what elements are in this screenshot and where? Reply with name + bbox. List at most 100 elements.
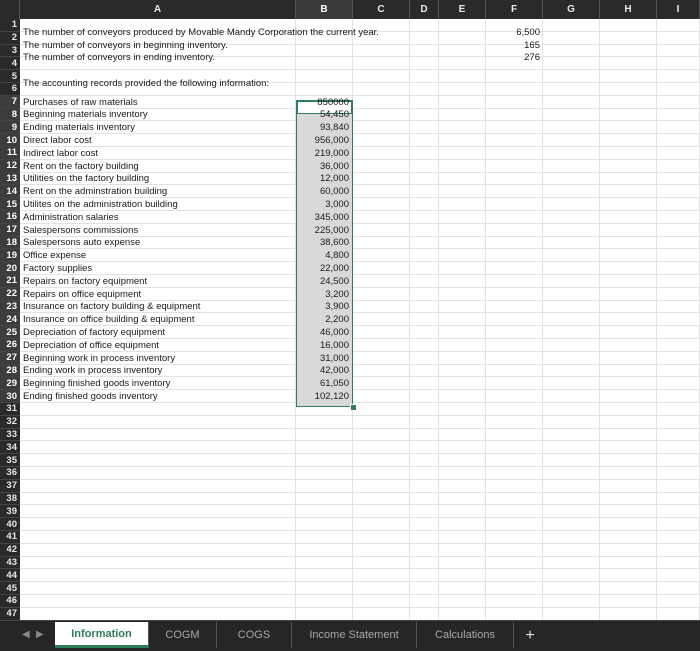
fill-handle[interactable] (350, 404, 357, 411)
record-value[interactable]: 225,000 (297, 224, 352, 237)
record-label[interactable]: Rent on the adminstration building (21, 185, 167, 198)
record-value[interactable]: 850000 (297, 96, 352, 109)
row-header-6[interactable]: 6 (0, 83, 20, 96)
column-header-h[interactable]: H (600, 0, 657, 19)
column-header-d[interactable]: D (410, 0, 439, 19)
row-header-15[interactable]: 15 (0, 198, 20, 211)
cell-a3[interactable]: The number of conveyors in ending invent… (21, 52, 215, 65)
record-value[interactable]: 54,450 (297, 109, 352, 122)
select-all-corner[interactable] (0, 0, 20, 19)
record-value[interactable]: 3,200 (297, 288, 352, 301)
row-header-18[interactable]: 18 (0, 236, 20, 250)
nav-left-icon[interactable]: ◀ (22, 629, 30, 640)
row-header-17[interactable]: 17 (0, 223, 20, 237)
row-header-30[interactable]: 30 (0, 390, 20, 403)
record-value[interactable]: 16,000 (297, 339, 352, 352)
record-value[interactable]: 36,000 (297, 160, 352, 173)
record-label[interactable]: Insurance on office building & equipment (21, 313, 194, 326)
record-label[interactable]: Ending work in process inventory (21, 365, 162, 378)
record-value[interactable]: 956,000 (297, 134, 352, 147)
cell-f3[interactable]: 276 (486, 52, 543, 65)
row-header-46[interactable]: 46 (0, 595, 20, 608)
row-header-14[interactable]: 14 (0, 185, 20, 199)
row-header-4[interactable]: 4 (0, 57, 20, 71)
record-value[interactable]: 42,000 (297, 365, 352, 378)
record-label[interactable]: Direct labor cost (21, 134, 92, 147)
row-header-42[interactable]: 42 (0, 543, 20, 557)
column-header-g[interactable]: G (543, 0, 600, 19)
row-header-33[interactable]: 33 (0, 428, 20, 442)
row-header-20[interactable]: 20 (0, 262, 20, 275)
cell-a1[interactable]: The number of conveyors produced by Mova… (21, 26, 379, 39)
record-value[interactable]: 93,840 (297, 121, 352, 134)
column-header-i[interactable]: I (657, 0, 700, 19)
row-header-35[interactable]: 35 (0, 454, 20, 467)
record-label[interactable]: Beginning finished goods inventory (21, 377, 170, 390)
row-header-8[interactable]: 8 (0, 108, 20, 122)
record-value[interactable]: 219,000 (297, 147, 352, 160)
column-header-e[interactable]: E (439, 0, 486, 19)
record-label[interactable]: Purchases of raw materials (21, 96, 138, 109)
row-header-47[interactable]: 47 (0, 607, 20, 620)
row-header-7[interactable]: 7 (0, 95, 20, 109)
row-header-24[interactable]: 24 (0, 313, 20, 327)
record-label[interactable]: Factory supplies (21, 262, 92, 275)
cell-a2[interactable]: The number of conveyors in beginning inv… (21, 39, 228, 52)
row-header-45[interactable]: 45 (0, 582, 20, 595)
tab-income-statement[interactable]: Income Statement (292, 622, 417, 648)
record-label[interactable]: Repairs on factory equipment (21, 275, 147, 288)
record-label[interactable]: Utilites on the administration building (21, 198, 178, 211)
column-header-c[interactable]: C (353, 0, 410, 19)
row-header-29[interactable]: 29 (0, 377, 20, 391)
row-header-37[interactable]: 37 (0, 479, 20, 493)
record-value[interactable]: 2,200 (297, 313, 352, 326)
row-header-12[interactable]: 12 (0, 159, 20, 173)
record-label[interactable]: Salespersons auto expense (21, 237, 140, 250)
column-header-b[interactable]: B (296, 0, 353, 19)
tab-cogm[interactable]: COGM (149, 622, 217, 648)
row-header-26[interactable]: 26 (0, 339, 20, 352)
row-header-2[interactable]: 2 (0, 31, 20, 45)
record-label[interactable]: Office expense (21, 249, 86, 262)
record-value[interactable]: 345,000 (297, 211, 352, 224)
row-header-19[interactable]: 19 (0, 249, 20, 263)
row-header-13[interactable]: 13 (0, 172, 20, 186)
record-label[interactable]: Depreciation of factory equipment (21, 326, 165, 339)
row-header-27[interactable]: 27 (0, 351, 20, 365)
record-label[interactable]: Rent on the factory building (21, 160, 139, 173)
row-header-1[interactable]: 1 (0, 19, 20, 32)
record-label[interactable]: Indirect labor cost (21, 147, 98, 160)
record-value[interactable]: 3,000 (297, 198, 352, 211)
row-header-43[interactable]: 43 (0, 556, 20, 570)
row-header-16[interactable]: 16 (0, 211, 20, 224)
row-header-28[interactable]: 28 (0, 364, 20, 378)
row-header-25[interactable]: 25 (0, 326, 20, 339)
tab-cogs[interactable]: COGS (217, 622, 292, 648)
record-label[interactable]: Beginning materials inventory (21, 109, 148, 122)
record-value[interactable]: 61,050 (297, 377, 352, 390)
row-header-9[interactable]: 9 (0, 121, 20, 135)
nav-right-icon[interactable]: ▶ (36, 629, 44, 640)
cell-a5[interactable]: The accounting records provided the foll… (21, 77, 269, 90)
row-header-38[interactable]: 38 (0, 492, 20, 506)
record-value[interactable]: 24,500 (297, 275, 352, 288)
row-header-32[interactable]: 32 (0, 415, 20, 429)
record-label[interactable]: Utilities on the factory building (21, 173, 149, 186)
row-header-41[interactable]: 41 (0, 531, 20, 544)
tab-information[interactable]: Information (55, 622, 149, 648)
record-label[interactable]: Salespersons commissions (21, 224, 138, 237)
row-header-5[interactable]: 5 (0, 70, 20, 83)
plus-icon[interactable]: + (519, 626, 541, 646)
record-label[interactable]: Repairs on office equipment (21, 288, 141, 301)
row-header-22[interactable]: 22 (0, 287, 20, 301)
record-label[interactable]: Ending materials inventory (21, 121, 135, 134)
record-value[interactable]: 22,000 (297, 262, 352, 275)
record-value[interactable]: 31,000 (297, 352, 352, 365)
record-value[interactable]: 3,900 (297, 301, 352, 314)
spreadsheet-grid[interactable]: ABCDEFGHI 1 2 3 4 5 6 7 8 9 10 11 12 13 14 15 16 17 18 19 2… (0, 0, 700, 620)
record-value[interactable]: 46,000 (297, 326, 352, 339)
record-value[interactable]: 12,000 (297, 173, 352, 186)
cell-f1[interactable]: 6,500 (486, 26, 543, 39)
record-value[interactable]: 38,600 (297, 237, 352, 250)
row-header-36[interactable]: 36 (0, 467, 20, 480)
